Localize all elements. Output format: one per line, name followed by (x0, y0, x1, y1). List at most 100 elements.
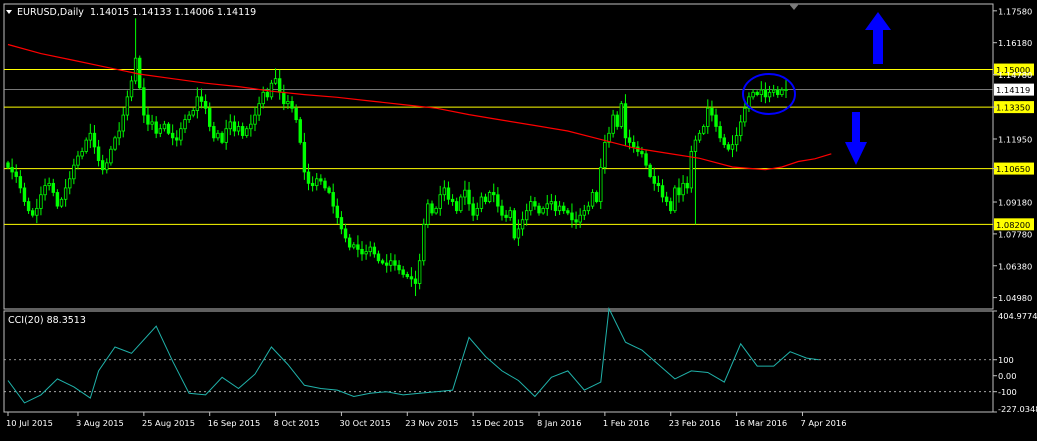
candle-body (669, 201, 673, 212)
candle-body (80, 151, 84, 157)
candle-body (710, 107, 714, 116)
candle-body (125, 96, 130, 116)
candle-body (343, 228, 348, 239)
candle-body (18, 176, 23, 189)
candle-body (722, 137, 726, 146)
candle-body (545, 203, 549, 209)
candle-body (376, 253, 381, 262)
current-price-label: 1.14119 (996, 85, 1030, 95)
candle-body (339, 217, 344, 230)
candle-body (294, 107, 298, 121)
candle-body (755, 91, 759, 95)
candle-body (479, 196, 484, 209)
candle-body (454, 201, 459, 212)
candle-body (72, 164, 76, 180)
candle-body (51, 182, 55, 193)
candle-body (315, 178, 319, 187)
candle-body (389, 260, 393, 266)
candle-body (599, 167, 603, 202)
candle-body (352, 244, 356, 248)
candle-body (84, 139, 88, 152)
candle-body (504, 214, 508, 218)
candle-body (372, 246, 377, 255)
candle-body (582, 210, 586, 216)
candle-body (92, 132, 97, 148)
candle-body (323, 180, 327, 189)
candle-body (516, 228, 521, 239)
time-tick-label: 30 Oct 2015 (339, 418, 390, 428)
candle-body (541, 207, 545, 214)
candle-body (450, 198, 455, 202)
candle-body (549, 201, 554, 205)
candle-body (508, 210, 512, 218)
chart-canvas[interactable]: 1.150001.133501.106501.082001.141191.175… (0, 0, 1037, 437)
candle-body (475, 207, 479, 216)
candle-body (277, 78, 282, 93)
time-tick-label: 8 Jan 2016 (537, 418, 581, 428)
candle-body (759, 89, 764, 95)
candle-body (459, 196, 463, 212)
candle-body (492, 192, 496, 196)
cci-tick-label: -227.0348 (998, 404, 1037, 414)
candle-body (290, 101, 294, 109)
candle-body (121, 114, 125, 132)
candle-body (483, 196, 488, 202)
candle-body (228, 121, 232, 130)
candle-body (203, 101, 208, 109)
candle-body (216, 132, 220, 139)
candle-body (100, 160, 105, 171)
time-tick-label: 8 Oct 2015 (274, 418, 320, 428)
candle-body (780, 89, 784, 95)
candle-body (232, 121, 237, 132)
candle-body (335, 205, 340, 218)
candle-body (574, 219, 578, 223)
time-tick-label: 16 Sep 2015 (208, 418, 261, 428)
candle-body (162, 123, 167, 130)
candle-body (368, 246, 372, 253)
candle-body (673, 187, 677, 212)
candle-body (364, 251, 368, 255)
candle-body (714, 114, 718, 127)
candle-body (187, 114, 191, 121)
candle-body (681, 182, 685, 196)
level-price-label: 1.10650 (996, 164, 1030, 174)
candle-body (520, 219, 525, 230)
candle-body (257, 103, 261, 116)
candle-body (767, 91, 772, 98)
candle-body (570, 212, 574, 221)
time-tick-label: 7 Apr 2016 (800, 418, 846, 428)
time-tick-label: 16 Mar 2016 (735, 418, 788, 428)
candle-body (471, 203, 475, 216)
candle-body (413, 278, 418, 284)
level-price-label: 1.13350 (996, 103, 1030, 113)
candle-body (109, 148, 113, 164)
candle-body (59, 198, 64, 207)
candle-body (401, 269, 405, 275)
cci-tick-label: 404.9774 (998, 311, 1037, 321)
candle-body (393, 260, 397, 266)
candle-body (76, 155, 80, 166)
cci-label: CCI(20) 88.3513 (8, 315, 86, 326)
candle-body (113, 137, 117, 150)
candle-body (14, 171, 18, 177)
candle-body (142, 87, 146, 116)
candle-body (302, 141, 307, 173)
cci-tick-label: 0.00 (998, 371, 1016, 381)
candle-body (10, 167, 14, 173)
candle-body (68, 178, 72, 189)
chart-window: 1.15000 1.13350 1.10650 1.08200 1.14119 1.175… (0, 0, 1037, 437)
candle-body (150, 121, 154, 125)
candle-body (685, 182, 689, 189)
candle-body (199, 96, 204, 102)
candle-body (22, 187, 27, 202)
candle-body (417, 260, 422, 284)
candle-body (117, 130, 121, 139)
price-tick-label: 1.14780 (998, 70, 1032, 80)
candle-body (409, 276, 414, 280)
candle-body (208, 107, 212, 127)
candle-body (105, 162, 109, 171)
candle-body (170, 132, 175, 139)
candle-body (55, 192, 60, 207)
candle-body (771, 89, 776, 93)
candle-body (553, 201, 558, 212)
